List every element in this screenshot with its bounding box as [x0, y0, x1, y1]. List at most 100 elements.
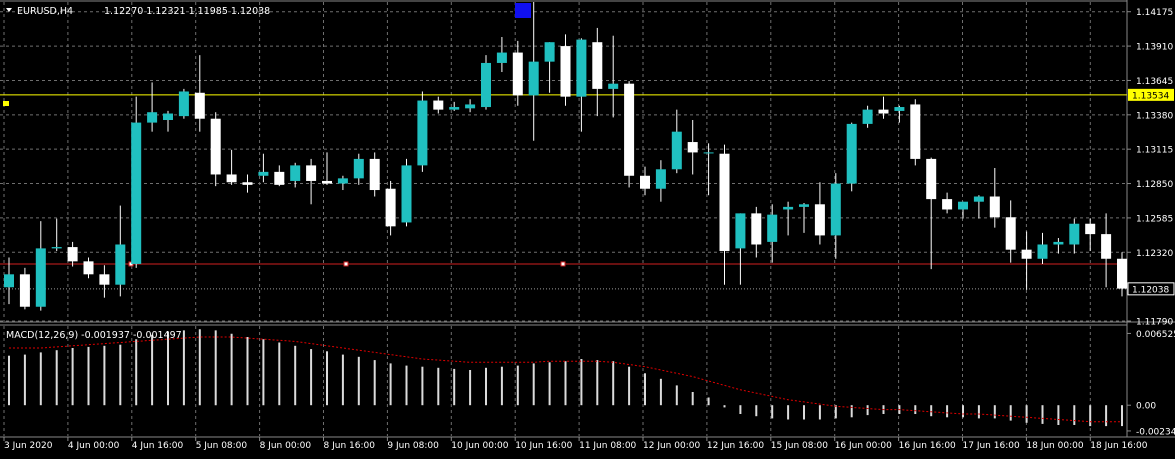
- time-tick-label: 16 Jun 00:00: [835, 441, 892, 451]
- candle: [401, 158, 412, 227]
- candle-body: [655, 169, 666, 189]
- candle-body: [496, 52, 507, 63]
- time-tick-label: 4 Jun 00:00: [68, 441, 120, 451]
- candle-body: [830, 183, 841, 236]
- time-tick-label: 4 Jun 16:00: [132, 441, 184, 451]
- candle-body: [242, 182, 253, 185]
- candle-body: [608, 83, 619, 89]
- candle-body: [433, 100, 444, 110]
- price-tick-label: 1.14175: [1136, 8, 1173, 18]
- candle-body: [449, 107, 460, 110]
- candle-body: [671, 131, 682, 170]
- candle-body: [1069, 223, 1080, 245]
- candle-body: [942, 199, 953, 210]
- time-tick-label: 10 Jun 00:00: [451, 441, 508, 451]
- time-tick-label: 3 Jun 2020: [4, 441, 53, 451]
- candle-body: [560, 46, 571, 97]
- candle-body: [624, 83, 635, 176]
- price-tick-label: 1.12320: [1136, 249, 1173, 259]
- candle-body: [385, 188, 396, 227]
- candle-body: [926, 158, 937, 200]
- candle-body: [274, 171, 285, 185]
- candle-body: [369, 158, 380, 191]
- candle-body: [67, 247, 78, 262]
- candle-body: [719, 153, 730, 251]
- candle: [369, 152, 380, 197]
- candle-body: [465, 104, 476, 109]
- chart-window[interactable]: 1.14175 1.13910 1.13645 1.13380 1.13115 1.128…: [0, 0, 1175, 455]
- candle-body: [178, 91, 189, 117]
- macd-tick-label: 0.00: [1136, 402, 1156, 412]
- price-tick-label: 1.13645: [1136, 77, 1173, 87]
- line-anchor-dot: [343, 261, 349, 267]
- candle-body: [194, 92, 205, 119]
- candle-body: [767, 214, 778, 242]
- candle-body: [958, 201, 968, 210]
- candle-body: [1005, 217, 1016, 250]
- trade-marker-icon[interactable]: [515, 3, 531, 18]
- time-tick-label: 18 Jun 16:00: [1090, 441, 1147, 451]
- time-tick-label: 16 Jun 16:00: [899, 441, 956, 451]
- candle-body: [290, 165, 301, 181]
- line-anchor-dot: [560, 261, 566, 267]
- candle-body: [51, 247, 62, 249]
- candle-body: [337, 178, 348, 184]
- candle-body: [910, 104, 921, 159]
- time-tick-label: 8 Jun 00:00: [260, 441, 312, 451]
- symbol-label: EURUSD,H4: [17, 6, 73, 17]
- candle-body: [973, 196, 984, 202]
- candle-body: [735, 213, 746, 249]
- candle-body: [35, 248, 46, 307]
- candle-body: [131, 122, 142, 264]
- candle-body: [401, 165, 412, 223]
- candle-body: [751, 213, 762, 245]
- candle-body: [163, 113, 173, 121]
- candle-body: [99, 274, 110, 285]
- candle-body: [210, 118, 221, 175]
- candle: [178, 88, 189, 119]
- candle-body: [878, 109, 889, 114]
- time-tick-label: 11 Jun 08:00: [579, 441, 636, 451]
- candle-body: [1085, 223, 1096, 235]
- candle-body: [512, 52, 523, 96]
- candle-body: [894, 107, 905, 111]
- candle-body: [226, 174, 237, 183]
- candle-body: [846, 123, 857, 184]
- candle-body: [147, 112, 158, 123]
- candle-body: [640, 175, 650, 189]
- price-tick-label: 1.13910: [1136, 43, 1173, 53]
- candle: [417, 91, 428, 172]
- candle-body: [1053, 241, 1064, 245]
- price-tick-label: 1.12585: [1136, 214, 1173, 224]
- candle-body: [799, 204, 809, 207]
- price-tick-label: 1.13115: [1136, 146, 1173, 156]
- time-tick-label: 10 Jun 16:00: [515, 441, 572, 451]
- candle-body: [592, 42, 603, 89]
- candle-body: [1117, 258, 1127, 289]
- time-tick-label: 12 Jun 00:00: [643, 441, 700, 451]
- candle-body: [703, 152, 714, 154]
- time-tick-label: 18 Jun 00:00: [1026, 441, 1083, 451]
- chart-canvas[interactable]: 1.14175 1.13910 1.13645 1.13380 1.13115 1.128…: [0, 0, 1175, 455]
- candle-body: [1101, 234, 1112, 259]
- candle-body: [322, 180, 332, 184]
- candle-body: [814, 204, 825, 236]
- candle: [624, 81, 635, 188]
- macd-tick-label: -0.00234: [1136, 427, 1175, 437]
- price-tick-label: 1.13380: [1136, 111, 1173, 121]
- candle-body: [1037, 244, 1048, 259]
- price-tick-label: 1.11790: [1136, 318, 1173, 328]
- yellow-horizontal-line-tag: 1.13534: [1132, 91, 1169, 101]
- time-tick-label: 8 Jun 16:00: [324, 441, 376, 451]
- candle: [481, 55, 491, 110]
- time-tick-label: 9 Jun 08:00: [387, 441, 439, 451]
- bid-price-tag: 1.12038: [1132, 285, 1169, 295]
- macd-label: MACD(12,26,9) -0.001937 -0.001497: [6, 330, 182, 341]
- macd-tick-label: 0.006525: [1136, 330, 1175, 340]
- price-tick-label: 1.12850: [1136, 180, 1173, 190]
- candle-body: [258, 171, 269, 176]
- line-anchor-marker[interactable]: [3, 101, 9, 106]
- candle-body: [989, 196, 1000, 218]
- candle-body: [576, 39, 587, 97]
- candle-body: [862, 109, 873, 124]
